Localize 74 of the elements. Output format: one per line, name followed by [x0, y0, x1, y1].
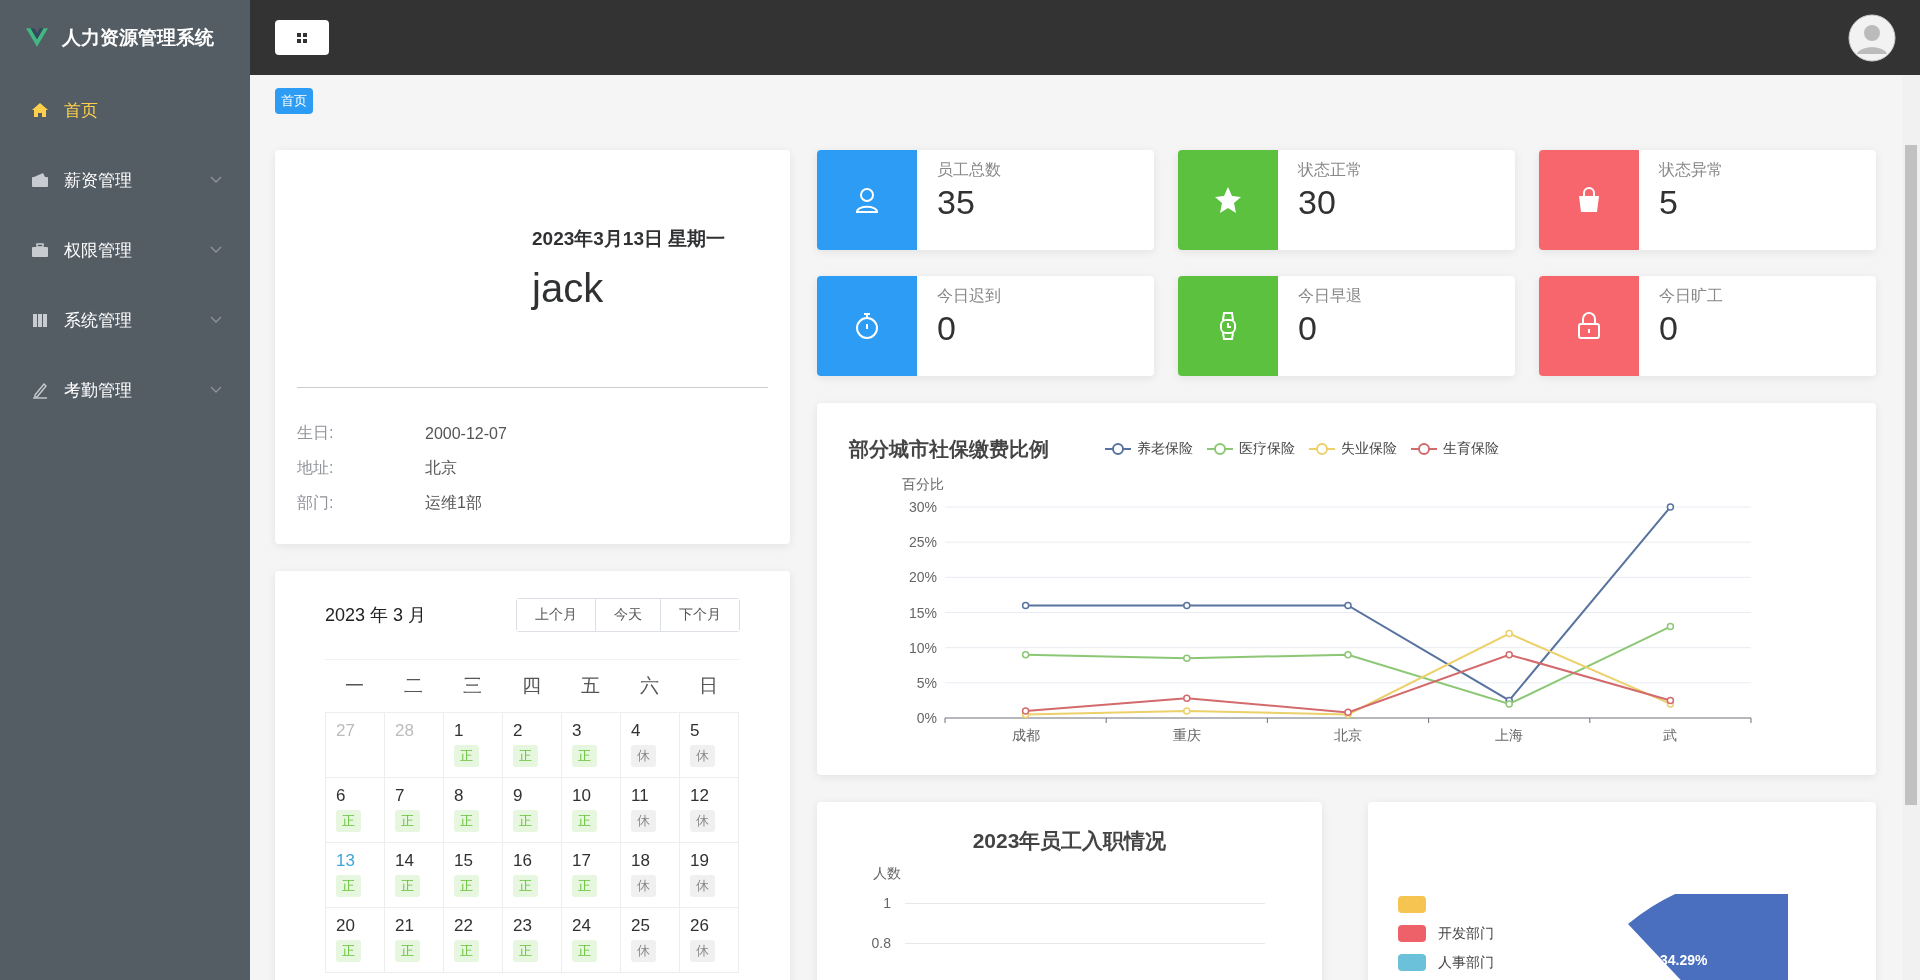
weekday-label: 日 — [698, 674, 719, 698]
field-value: 北京 — [425, 458, 457, 478]
day-status-tag: 休 — [690, 940, 715, 962]
stat-value: 0 — [1659, 309, 1678, 348]
field-label: 地址: — [297, 458, 335, 478]
field-value: 2000-12-07 — [425, 424, 507, 443]
field-value: 运维1部 — [425, 493, 482, 513]
stat-label: 今日迟到 — [937, 286, 1001, 306]
stat-label: 今日旷工 — [1659, 286, 1723, 306]
app-title: 人力资源管理系统 — [62, 25, 214, 50]
field-label: 部门: — [297, 493, 335, 513]
field-label: 生日: — [297, 423, 335, 443]
y-tick-label: 0.8 — [870, 935, 891, 951]
current-date: 2023年3月13日 星期一 — [532, 227, 726, 251]
x-tick-label: 成都 — [1011, 727, 1040, 743]
y-tick-label: 30% — [908, 499, 937, 515]
user-name: jack — [532, 266, 605, 311]
x-tick-label: 武 — [1663, 727, 1678, 743]
calendar-title: 2023 年 3 月 — [325, 604, 427, 627]
weekday-label: 二 — [403, 674, 424, 698]
day-status-tag: 休 — [690, 875, 715, 897]
y-tick-label: 25% — [908, 534, 937, 551]
day-status-tag: 正 — [336, 940, 361, 962]
day-status-tag: 正 — [513, 940, 538, 962]
day-status-tag: 休 — [690, 745, 715, 767]
x-tick-label: 重庆 — [1172, 727, 1201, 743]
stat-label: 今日早退 — [1298, 286, 1362, 306]
day-status-tag: 休 — [631, 875, 656, 897]
y-tick-label: 0% — [916, 710, 937, 726]
day-status-tag: 正 — [572, 940, 597, 962]
y-tick-label: 1 — [882, 895, 891, 911]
day-status-tag: 休 — [690, 810, 715, 832]
stat-value: 30 — [1298, 183, 1336, 222]
weekday-label: 一 — [344, 674, 365, 698]
day-status-tag: 正 — [572, 745, 597, 767]
weekday-label: 五 — [580, 674, 601, 698]
stat-label: 状态正常 — [1298, 160, 1362, 180]
day-status-tag: 休 — [631, 940, 656, 962]
slice-label: 34.29% — [1660, 952, 1708, 968]
day-status-tag: 正 — [395, 810, 420, 832]
stat-value: 0 — [1298, 309, 1317, 348]
weekday-label: 三 — [462, 674, 483, 698]
day-status-tag: 正 — [513, 745, 538, 767]
day-status-tag: 正 — [395, 940, 420, 962]
day-status-tag: 正 — [572, 875, 597, 897]
day-status-tag: 正 — [336, 875, 361, 897]
day-status-tag: 正 — [454, 810, 479, 832]
y-tick-label: 15% — [908, 604, 937, 621]
stat-value: 5 — [1659, 183, 1678, 222]
day-status-tag: 正 — [572, 810, 597, 832]
day-status-tag: 正 — [336, 810, 361, 832]
y-tick-label: 20% — [908, 569, 937, 586]
stat-value: 0 — [937, 309, 956, 348]
chart-title: 部分城市社保缴费比例 — [849, 436, 1049, 462]
axis-title: 百分比 — [902, 476, 944, 492]
stat-label: 状态异常 — [1659, 160, 1723, 180]
y-tick-label: 10% — [908, 639, 937, 656]
day-status-tag: 正 — [395, 875, 420, 897]
chart-title: 2023年员工入职情况 — [971, 828, 1168, 854]
x-tick-label: 上海 — [1495, 727, 1524, 743]
weekday-label: 四 — [521, 674, 542, 698]
day-status-tag: 正 — [513, 875, 538, 897]
stat-label: 员工总数 — [937, 160, 1001, 180]
weekday-label: 六 — [639, 674, 660, 698]
day-status-tag: 休 — [631, 810, 656, 832]
day-status-tag: 正 — [454, 940, 479, 962]
stat-value: 35 — [937, 183, 975, 222]
x-tick-label: 北京 — [1334, 727, 1362, 743]
axis-title: 人数 — [873, 865, 902, 883]
day-status-tag: 正 — [454, 745, 479, 767]
y-tick-label: 5% — [916, 674, 937, 691]
day-status-tag: 休 — [631, 745, 656, 767]
day-status-tag: 正 — [454, 875, 479, 897]
day-status-tag: 正 — [513, 810, 538, 832]
